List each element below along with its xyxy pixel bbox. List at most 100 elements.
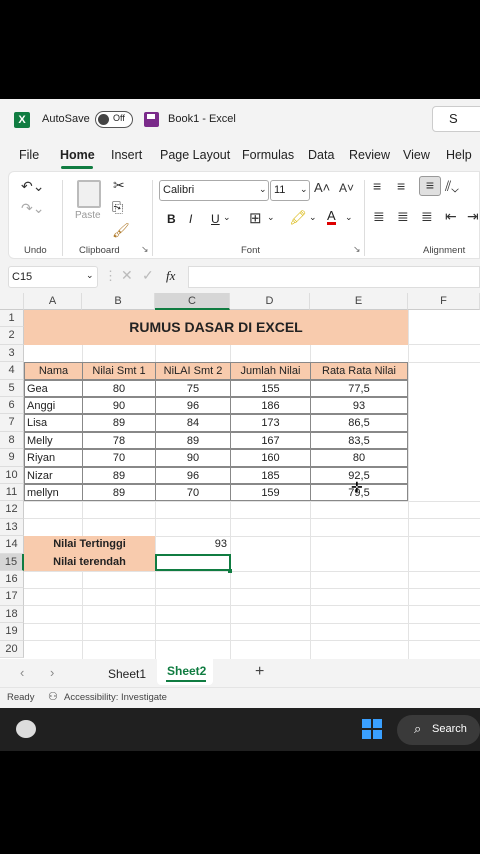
row-header[interactable]: 18 (0, 605, 24, 624)
col-header-e[interactable]: E (310, 293, 408, 310)
value-cell[interactable]: 160 (230, 449, 311, 467)
value-cell[interactable]: 90 (155, 449, 231, 467)
max-label-cell[interactable]: Nilai Tertinggi (24, 536, 155, 554)
underline-button[interactable]: U (211, 212, 220, 226)
orientation-icon[interactable]: ⫽⌄ (445, 178, 459, 195)
paste-label[interactable]: Paste (75, 210, 101, 221)
borders-icon[interactable]: ⊞ (249, 209, 262, 227)
tab-home[interactable]: Home (60, 148, 95, 162)
tab-help[interactable]: Help (446, 148, 472, 162)
value-cell[interactable]: 167 (230, 431, 311, 450)
name-cell[interactable]: Lisa (24, 414, 83, 432)
font-size-select[interactable]: 11 ⌄ (270, 180, 310, 201)
value-cell[interactable]: 96 (155, 466, 231, 484)
windows-start-icon[interactable] (362, 719, 382, 739)
taskbar-search[interactable]: ⌕ Search (397, 715, 480, 745)
undo-icon[interactable]: ↶⌄ (21, 178, 44, 195)
sheet-tab-sheet1[interactable]: Sheet1 (108, 667, 146, 681)
value-cell[interactable]: 90 (82, 397, 156, 415)
header-cell[interactable]: Nilai Smt 1 (82, 362, 156, 380)
row-header[interactable]: 4 (0, 362, 24, 380)
name-cell[interactable]: Anggi (24, 397, 83, 415)
cut-icon[interactable]: ✂ (113, 177, 125, 194)
value-cell[interactable]: 70 (82, 449, 156, 467)
chevron-left-icon[interactable]: ‹ (20, 665, 24, 680)
tab-page-layout[interactable]: Page Layout (160, 148, 230, 162)
value-cell[interactable]: 185 (230, 466, 311, 484)
chevron-down-icon[interactable]: ⌄ (223, 212, 231, 223)
tab-data[interactable]: Data (308, 148, 334, 162)
accessibility-icon[interactable]: ⚇ (48, 690, 58, 703)
redo-icon[interactable]: ↷⌄ (21, 200, 44, 217)
row-header[interactable]: 1 (0, 310, 24, 328)
format-painter-icon[interactable]: 🖌 (112, 222, 130, 239)
save-icon[interactable] (144, 112, 159, 127)
row-header[interactable]: 17 (0, 588, 24, 606)
search-box[interactable]: S (432, 106, 480, 132)
value-cell[interactable]: 96 (155, 397, 231, 415)
value-cell[interactable]: 93 (310, 397, 408, 415)
header-cell[interactable]: Rata Rata Nilai (310, 362, 408, 380)
value-cell[interactable]: 173 (230, 414, 311, 432)
value-cell[interactable]: 186 (230, 397, 311, 415)
fill-handle[interactable] (228, 569, 232, 573)
sheet-title[interactable]: RUMUS DASAR DI EXCEL (24, 310, 408, 345)
name-cell[interactable]: Riyan (24, 449, 83, 467)
header-cell[interactable]: Jumlah Nilai (230, 362, 311, 380)
tab-file[interactable]: File (19, 148, 39, 162)
row-header[interactable]: 3 (0, 344, 24, 363)
row-header[interactable]: 8 (0, 431, 24, 450)
align-top-icon[interactable]: ≡ (373, 178, 381, 194)
col-header-d[interactable]: D (230, 293, 310, 310)
row-header[interactable]: 20 (0, 640, 24, 658)
row-header[interactable]: 9 (0, 449, 24, 467)
row-header[interactable]: 10 (0, 466, 24, 484)
add-sheet-icon[interactable]: + (255, 663, 264, 681)
tab-view[interactable]: View (403, 148, 430, 162)
row-header[interactable]: 14 (0, 536, 24, 554)
value-cell[interactable]: 78 (82, 431, 156, 450)
row-header[interactable]: 13 (0, 518, 24, 537)
value-cell[interactable]: 80 (310, 449, 408, 467)
row-header[interactable]: 11 (0, 484, 24, 502)
value-cell[interactable]: 83,5 (310, 431, 408, 450)
value-cell[interactable]: 89 (82, 414, 156, 432)
row-header[interactable]: 12 (0, 501, 24, 519)
fill-color-icon[interactable]: 🖍 (289, 209, 307, 226)
formula-input[interactable] (188, 266, 480, 288)
increase-indent-icon[interactable]: ⇥ (467, 208, 479, 225)
enter-icon[interactable]: ✓ (142, 267, 154, 284)
header-cell[interactable]: NiLAI Smt 2 (155, 362, 231, 380)
value-cell[interactable]: 75 (155, 379, 231, 397)
row-header[interactable]: 5 (0, 379, 24, 397)
row-header[interactable]: 7 (0, 414, 24, 432)
select-all-corner[interactable] (0, 293, 24, 310)
max-value-cell[interactable]: 93 (155, 536, 230, 553)
tab-review[interactable]: Review (349, 148, 390, 162)
align-left-icon[interactable]: ≣ (373, 208, 385, 225)
row-header[interactable]: 2 (0, 327, 24, 345)
value-cell[interactable]: 89 (82, 466, 156, 484)
chevron-down-icon[interactable]: ⌄ (345, 212, 353, 223)
row-header[interactable]: 6 (0, 397, 24, 415)
row-header[interactable]: 15 (0, 553, 24, 571)
chevron-down-icon[interactable]: ⌄ (267, 212, 275, 223)
clipboard-launcher-icon[interactable]: ↘ (141, 244, 149, 255)
row-header[interactable]: 16 (0, 571, 24, 589)
font-name-select[interactable]: Calibri ⌄ (159, 180, 269, 201)
cancel-icon[interactable]: ✕ (121, 267, 133, 284)
worksheet-grid[interactable]: A B C D E F 1 2 3 4 5 6 7 8 9 10 11 12 1… (0, 293, 480, 659)
paste-icon[interactable] (77, 180, 101, 208)
row-header[interactable]: 19 (0, 623, 24, 641)
col-header-b[interactable]: B (82, 293, 155, 310)
bold-button[interactable]: B (167, 212, 176, 226)
col-header-a[interactable]: A (24, 293, 82, 310)
value-cell[interactable]: 159 (230, 484, 311, 502)
name-cell[interactable]: Melly (24, 431, 83, 450)
align-middle-icon[interactable]: ≡ (397, 178, 405, 194)
accessibility-status[interactable]: Accessibility: Investigate (64, 692, 167, 703)
col-header-c[interactable]: C (155, 293, 230, 310)
copy-icon[interactable]: ⎘ (112, 199, 123, 216)
name-cell[interactable]: Nizar (24, 466, 83, 484)
active-cell-c15[interactable] (155, 553, 231, 571)
